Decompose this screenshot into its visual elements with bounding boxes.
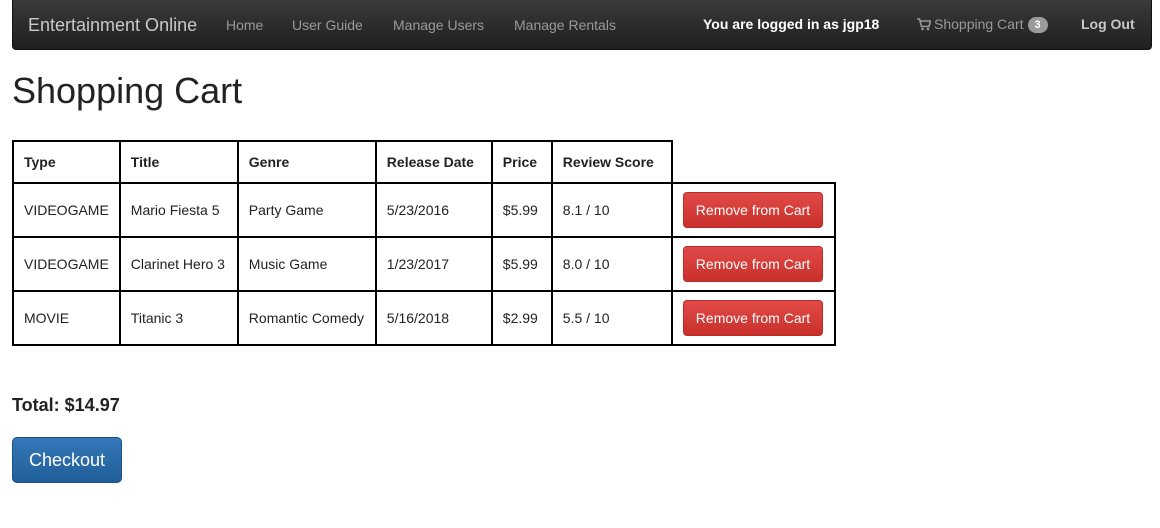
cell-actions: Remove from Cart xyxy=(670,290,836,346)
remove-from-cart-button[interactable]: Remove from Cart xyxy=(682,246,824,282)
header-genre: Genre xyxy=(236,140,377,184)
shopping-cart-icon xyxy=(917,18,932,34)
cart-total: Total: $14.97 xyxy=(12,395,120,415)
cell-release-date: 5/16/2018 xyxy=(374,290,493,346)
nav-link-manage-users[interactable]: Manage Users xyxy=(393,17,484,33)
header-review-score: Review Score xyxy=(550,140,673,184)
cell-review-score: 8.1 / 10 xyxy=(550,182,673,238)
header-release-date: Release Date xyxy=(374,140,493,184)
cell-genre: Party Game xyxy=(236,182,377,238)
cart-count-badge: 3 xyxy=(1027,17,1048,33)
nav-link-user-guide[interactable]: User Guide xyxy=(292,17,363,33)
checkout-button[interactable]: Checkout xyxy=(12,437,122,483)
cell-title: Mario Fiesta 5 xyxy=(118,182,239,238)
cell-type: VIDEOGAME xyxy=(12,236,121,292)
cell-review-score: 5.5 / 10 xyxy=(550,290,673,346)
remove-from-cart-button[interactable]: Remove from Cart xyxy=(682,192,824,228)
cell-genre: Romantic Comedy xyxy=(236,290,377,346)
cell-price: $2.99 xyxy=(490,290,553,346)
cell-actions: Remove from Cart xyxy=(670,236,836,292)
header-price: Price xyxy=(490,140,553,184)
cell-review-score: 8.0 / 10 xyxy=(550,236,673,292)
nav-link-manage-rentals[interactable]: Manage Rentals xyxy=(514,17,616,33)
table-row: VIDEOGAME Clarinet Hero 3 Music Game 1/2… xyxy=(12,236,836,292)
brand-link[interactable]: Entertainment Online xyxy=(28,15,197,36)
header-actions-empty xyxy=(672,141,835,183)
logged-in-status: You are logged in as jgp18 xyxy=(703,16,880,32)
cell-price: $5.99 xyxy=(490,236,553,292)
shopping-cart-label: Shopping Cart xyxy=(934,16,1024,32)
cell-price: $5.99 xyxy=(490,182,553,238)
cell-title: Titanic 3 xyxy=(118,290,239,346)
cell-genre: Music Game xyxy=(236,236,377,292)
shopping-cart-link[interactable]: Shopping Cart 3 xyxy=(917,16,1048,34)
remove-from-cart-button[interactable]: Remove from Cart xyxy=(682,300,824,336)
logout-link[interactable]: Log Out xyxy=(1081,16,1135,32)
cell-title: Clarinet Hero 3 xyxy=(118,236,239,292)
cell-type: MOVIE xyxy=(12,290,121,346)
top-navbar: Entertainment Online Home User Guide Man… xyxy=(12,0,1152,50)
cell-type: VIDEOGAME xyxy=(12,182,121,238)
table-row: VIDEOGAME Mario Fiesta 5 Party Game 5/23… xyxy=(12,182,836,238)
cell-actions: Remove from Cart xyxy=(670,182,836,238)
cell-release-date: 5/23/2016 xyxy=(374,182,493,238)
table-row: MOVIE Titanic 3 Romantic Comedy 5/16/201… xyxy=(12,290,836,346)
header-title: Title xyxy=(118,140,239,184)
page-title: Shopping Cart xyxy=(12,70,243,111)
cell-release-date: 1/23/2017 xyxy=(374,236,493,292)
table-header-row: Type Title Genre Release Date Price Revi… xyxy=(12,140,835,184)
cart-table: Type Title Genre Release Date Price Revi… xyxy=(12,140,836,346)
header-type: Type xyxy=(12,140,121,184)
nav-link-home[interactable]: Home xyxy=(226,17,263,33)
